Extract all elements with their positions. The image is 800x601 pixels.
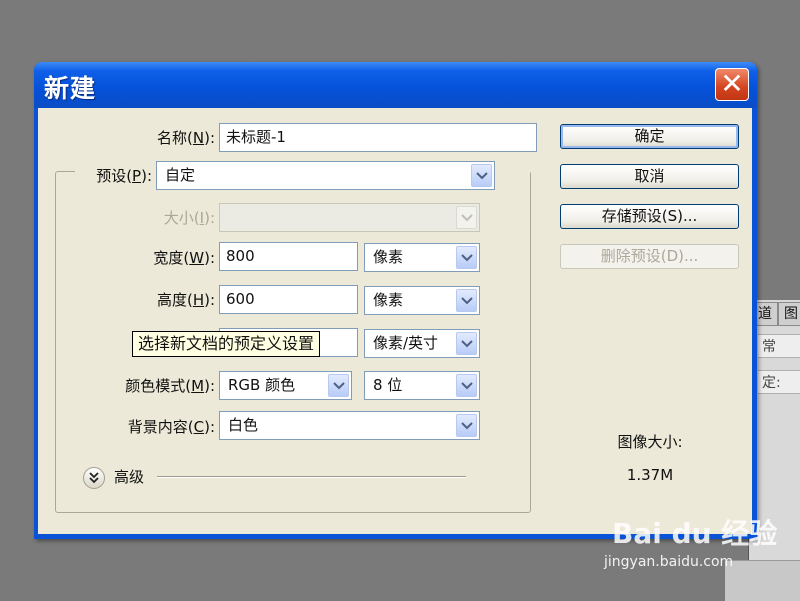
chevron-down-icon[interactable] bbox=[471, 164, 492, 187]
background-tab[interactable]: 图 bbox=[778, 302, 800, 326]
baidu-jingyan-watermark: Bai du 经验 jingyan.baidu.com bbox=[604, 512, 778, 570]
chevron-down-icon[interactable] bbox=[456, 332, 477, 355]
dialog-title-bar[interactable]: 新建 ✕ bbox=[34, 62, 757, 108]
chevron-down-icon[interactable] bbox=[456, 414, 477, 437]
delete-preset-button: 删除预设(D)... bbox=[560, 244, 739, 269]
resolution-unit-value: 像素/英寸 bbox=[373, 334, 439, 352]
background-contents-value: 白色 bbox=[228, 416, 259, 434]
background-row: 常 bbox=[758, 334, 800, 358]
watermark-brand: Bai du 经验 bbox=[612, 517, 778, 550]
cancel-button[interactable]: 取消 bbox=[560, 164, 739, 189]
width-input[interactable]: 800 bbox=[219, 242, 358, 271]
height-label: 高度(H): bbox=[156, 291, 215, 309]
double-chevron-down-icon bbox=[89, 472, 99, 484]
close-button[interactable]: ✕ bbox=[715, 68, 749, 101]
width-label: 宽度(W): bbox=[153, 249, 215, 267]
chevron-down-icon[interactable] bbox=[456, 289, 477, 312]
preset-select[interactable]: 自定 bbox=[156, 161, 495, 190]
bit-depth-select[interactable]: 8 位 bbox=[364, 371, 480, 400]
bit-depth-value: 8 位 bbox=[373, 376, 403, 394]
image-size-value: 1.37M bbox=[626, 466, 674, 484]
background-row: 定: bbox=[758, 370, 800, 394]
size-label: 大小(I): bbox=[163, 209, 215, 227]
color-mode-value: RGB 颜色 bbox=[228, 376, 296, 394]
height-unit-select[interactable]: 像素 bbox=[364, 286, 480, 315]
dialog-title: 新建 bbox=[44, 74, 97, 103]
image-size-label: 图像大小: bbox=[617, 433, 683, 451]
width-unit-select[interactable]: 像素 bbox=[364, 243, 480, 272]
chevron-down-icon[interactable] bbox=[328, 374, 349, 397]
width-unit-value: 像素 bbox=[373, 248, 404, 266]
size-select bbox=[219, 203, 480, 232]
color-mode-label: 颜色模式(M): bbox=[125, 377, 215, 395]
preset-tooltip: 选择新文档的预定义设置 bbox=[132, 331, 321, 357]
advanced-toggle-button[interactable] bbox=[83, 467, 105, 489]
background-contents-select[interactable]: 白色 bbox=[219, 411, 480, 440]
chevron-down-icon[interactable] bbox=[456, 246, 477, 269]
height-unit-value: 像素 bbox=[373, 291, 404, 309]
preset-label: 预设(P): bbox=[96, 167, 152, 185]
watermark-url: jingyan.baidu.com bbox=[604, 554, 734, 570]
close-icon: ✕ bbox=[720, 67, 744, 100]
name-label: 名称(N): bbox=[157, 129, 215, 147]
chevron-down-icon[interactable] bbox=[456, 374, 477, 397]
name-input[interactable]: 未标题-1 bbox=[219, 123, 537, 152]
color-mode-select[interactable]: RGB 颜色 bbox=[219, 371, 352, 400]
height-input[interactable]: 600 bbox=[219, 285, 358, 314]
advanced-divider bbox=[157, 476, 466, 478]
ok-button[interactable]: 确定 bbox=[560, 124, 739, 149]
preset-value: 自定 bbox=[165, 166, 196, 184]
save-preset-button[interactable]: 存储预设(S)... bbox=[560, 204, 739, 229]
background-contents-label: 背景内容(C): bbox=[127, 418, 215, 436]
resolution-unit-select[interactable]: 像素/英寸 bbox=[364, 329, 480, 358]
advanced-label: 高级 bbox=[114, 468, 145, 486]
chevron-down-icon bbox=[456, 206, 477, 229]
